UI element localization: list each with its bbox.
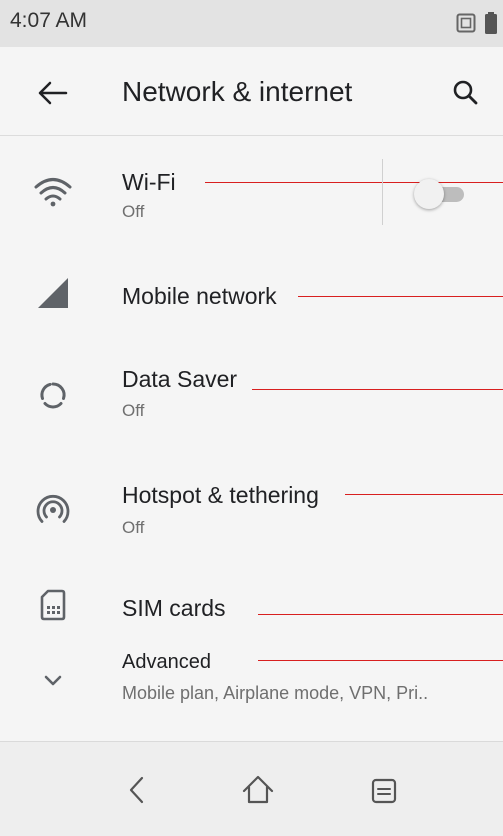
- hotspot-subtitle: Off: [122, 518, 145, 537]
- chevron-down-icon: [30, 656, 76, 702]
- hotspot-item[interactable]: Hotspot & tethering Off: [0, 460, 503, 560]
- wifi-divider: [382, 159, 383, 225]
- back-nav-icon: [129, 776, 144, 804]
- data-saver-subtitle: Off: [122, 401, 145, 420]
- annotation-line-mobile-network: [298, 296, 503, 297]
- mobile-network-title: Mobile network: [122, 283, 277, 309]
- wifi-toggle[interactable]: [414, 178, 468, 210]
- wifi-title: Wi-Fi: [122, 169, 176, 195]
- data-saver-title: Data Saver: [122, 366, 238, 392]
- hotspot-title: Hotspot & tethering: [122, 482, 319, 508]
- advanced-item[interactable]: Advanced Mobile plan, Airplane mode, VPN…: [0, 640, 503, 735]
- annotation-line-sim-cards: [258, 614, 503, 615]
- status-icons: [456, 12, 497, 39]
- cell-signal-icon: [30, 272, 76, 318]
- home-nav-icon: [242, 775, 274, 804]
- sim-status-icon: [456, 13, 476, 38]
- recents-nav-icon: [371, 778, 397, 804]
- advanced-subtitle: Mobile plan, Airplane mode, VPN, Pri..: [122, 683, 429, 703]
- status-bar: 4:07 AM: [0, 0, 503, 47]
- status-time: 4:07 AM: [10, 9, 88, 32]
- toggle-thumb: [414, 179, 444, 209]
- wifi-subtitle: Off: [122, 202, 145, 221]
- sim-card-icon: [30, 582, 76, 628]
- nav-home-button[interactable]: [228, 760, 288, 820]
- data-saver-icon: [30, 372, 76, 418]
- sim-cards-title: SIM cards: [122, 595, 226, 621]
- data-saver-item[interactable]: Data Saver Off: [0, 350, 503, 446]
- search-button[interactable]: [446, 73, 486, 113]
- nav-back-button[interactable]: [106, 760, 166, 820]
- sim-cards-item[interactable]: SIM cards: [0, 570, 503, 650]
- search-icon: [453, 80, 478, 105]
- annotation-line-advanced: [258, 660, 503, 661]
- annotation-line-data-saver: [252, 389, 503, 390]
- hotspot-icon: [30, 488, 76, 534]
- battery-icon: [485, 12, 497, 39]
- nav-recents-button[interactable]: [354, 760, 414, 820]
- advanced-title: Advanced: [122, 651, 211, 673]
- arrow-left-icon: [38, 81, 68, 105]
- app-bar: Network & internet: [0, 47, 503, 136]
- wifi-icon: [30, 170, 76, 216]
- annotation-line-hotspot: [345, 494, 503, 495]
- back-button[interactable]: [30, 75, 74, 111]
- navigation-bar: [0, 741, 503, 836]
- mobile-network-item[interactable]: Mobile network: [0, 250, 503, 340]
- page-title: Network & internet: [122, 76, 353, 107]
